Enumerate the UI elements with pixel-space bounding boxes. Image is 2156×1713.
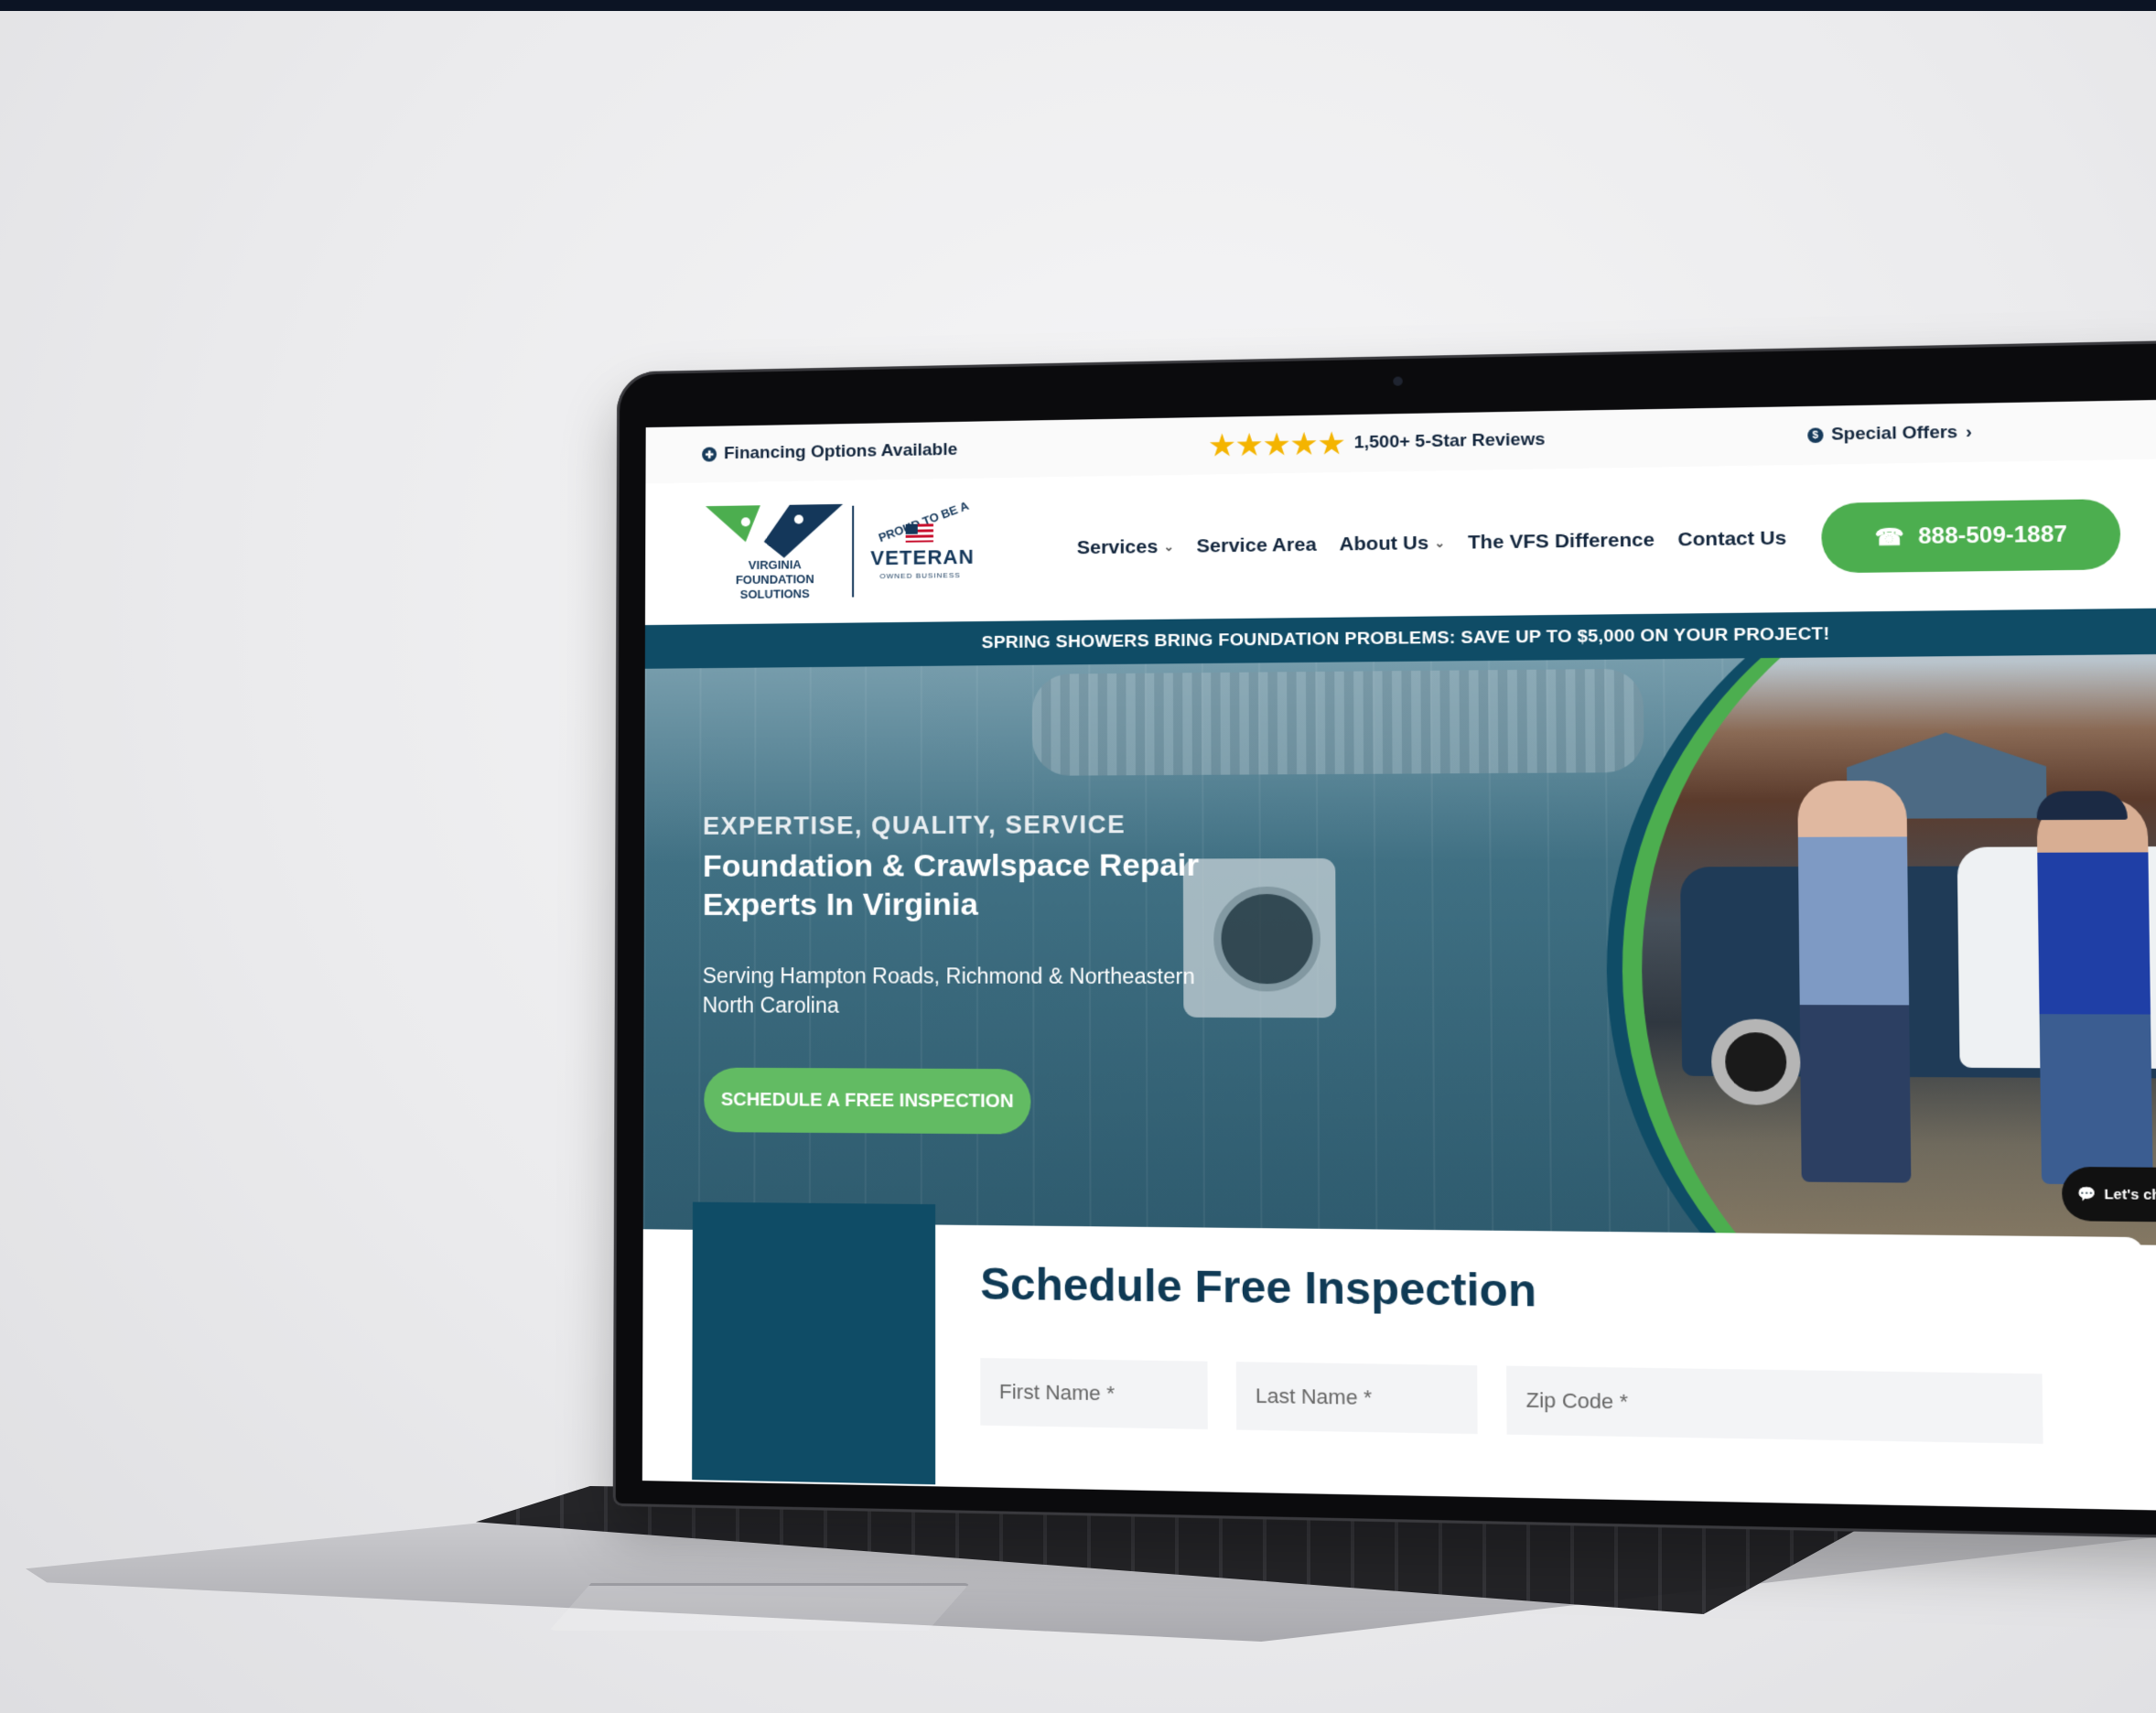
reviews-label: 1,500+ 5-Star Reviews xyxy=(1353,429,1546,453)
chevron-right-icon: › xyxy=(1965,422,1972,443)
vfs-logo-icon xyxy=(705,503,844,558)
last-name-field[interactable] xyxy=(1235,1362,1478,1435)
veteran-badge: PROUD TO BE A VETERAN OWNED BUSINESS xyxy=(863,499,975,602)
financing-label: Financing Options Available xyxy=(724,439,958,464)
logo-text: VIRGINIA FOUNDATION SOLUTIONS xyxy=(735,557,814,602)
us-flag-icon xyxy=(905,523,933,543)
reviews-badge[interactable]: ★★★★★ 1,500+ 5-Star Reviews xyxy=(1209,424,1545,462)
hero-title: Foundation & Crawlspace Repair Experts I… xyxy=(702,847,1200,922)
handshake-photo xyxy=(1638,653,2156,1246)
inspection-form-section: Schedule Free Inspection xyxy=(642,1201,2156,1511)
special-offers-link[interactable]: $ Special Offers › xyxy=(1807,422,1972,446)
veteran-badge-sub: OWNED BUSINESS xyxy=(879,571,961,581)
laptop-trackpad xyxy=(549,1583,970,1631)
special-offers-label: Special Offers xyxy=(1830,422,1958,445)
financing-icon: ✚ xyxy=(702,447,717,462)
hero-section: EXPERTISE, QUALITY, SERVICE Foundation &… xyxy=(642,653,2156,1246)
hero-subtitle: Serving Hampton Roads, Richmond & Northe… xyxy=(702,964,1195,1018)
form-title: Schedule Free Inspection xyxy=(980,1259,1537,1317)
schedule-inspection-button[interactable]: SCHEDULE A FREE INSPECTION xyxy=(704,1067,1031,1135)
mockup-background: ✚ Financing Options Available ★★★★★ 1,50… xyxy=(0,11,2156,1713)
laptop-lid: ✚ Financing Options Available ★★★★★ 1,50… xyxy=(612,339,2156,1540)
form-side-panel xyxy=(692,1201,936,1485)
nav-about-us[interactable]: About Us ⌄ xyxy=(1340,533,1445,556)
nav-service-area[interactable]: Service Area xyxy=(1197,534,1317,558)
vfs-logo[interactable]: VIRGINIA FOUNDATION SOLUTIONS xyxy=(702,497,844,609)
duct-graphic xyxy=(1031,668,1644,776)
zip-code-field[interactable] xyxy=(1506,1365,2043,1444)
customer-figure xyxy=(1797,780,1912,1183)
chat-bubble-icon: 💬 xyxy=(2076,1186,2097,1203)
chat-button[interactable]: 💬 Let's chat xyxy=(2061,1166,2156,1223)
financing-link[interactable]: ✚ Financing Options Available xyxy=(702,440,957,465)
site-header: VIRGINIA FOUNDATION SOLUTIONS PROUD TO B… xyxy=(644,458,2156,626)
chevron-down-icon: ⌄ xyxy=(1163,539,1174,555)
phone-number: 888-509-1887 xyxy=(1917,521,2068,550)
chat-label: Let's chat xyxy=(2104,1185,2156,1203)
nav-vfs-difference[interactable]: The VFS Difference xyxy=(1468,529,1655,554)
cap-graphic xyxy=(2036,791,2128,821)
logo-divider xyxy=(852,505,855,598)
technician-figure xyxy=(2036,798,2153,1185)
nav-contact-us[interactable]: Contact Us xyxy=(1677,527,1786,551)
laptop-screen: ✚ Financing Options Available ★★★★★ 1,50… xyxy=(641,399,2156,1512)
hero-tagline: EXPERTISE, QUALITY, SERVICE xyxy=(703,810,1127,840)
inspection-form: Schedule Free Inspection xyxy=(935,1224,2148,1511)
main-nav: Services ⌄ Service Area About Us ⌄ The V… xyxy=(1077,527,1787,559)
veteran-badge-main: VETERAN xyxy=(870,544,975,570)
dollar-icon: $ xyxy=(1807,427,1824,444)
nav-services[interactable]: Services ⌄ xyxy=(1077,536,1174,560)
phone-button[interactable]: ☎ 888-509-1887 xyxy=(1821,499,2122,574)
phone-icon: ☎ xyxy=(1874,523,1905,551)
hero-photo-frame xyxy=(1603,653,2156,1246)
wheel-graphic xyxy=(1710,1018,1801,1105)
star-rating-icon: ★★★★★ xyxy=(1209,427,1347,461)
chevron-down-icon: ⌄ xyxy=(1434,535,1445,551)
first-name-field[interactable] xyxy=(980,1357,1208,1429)
